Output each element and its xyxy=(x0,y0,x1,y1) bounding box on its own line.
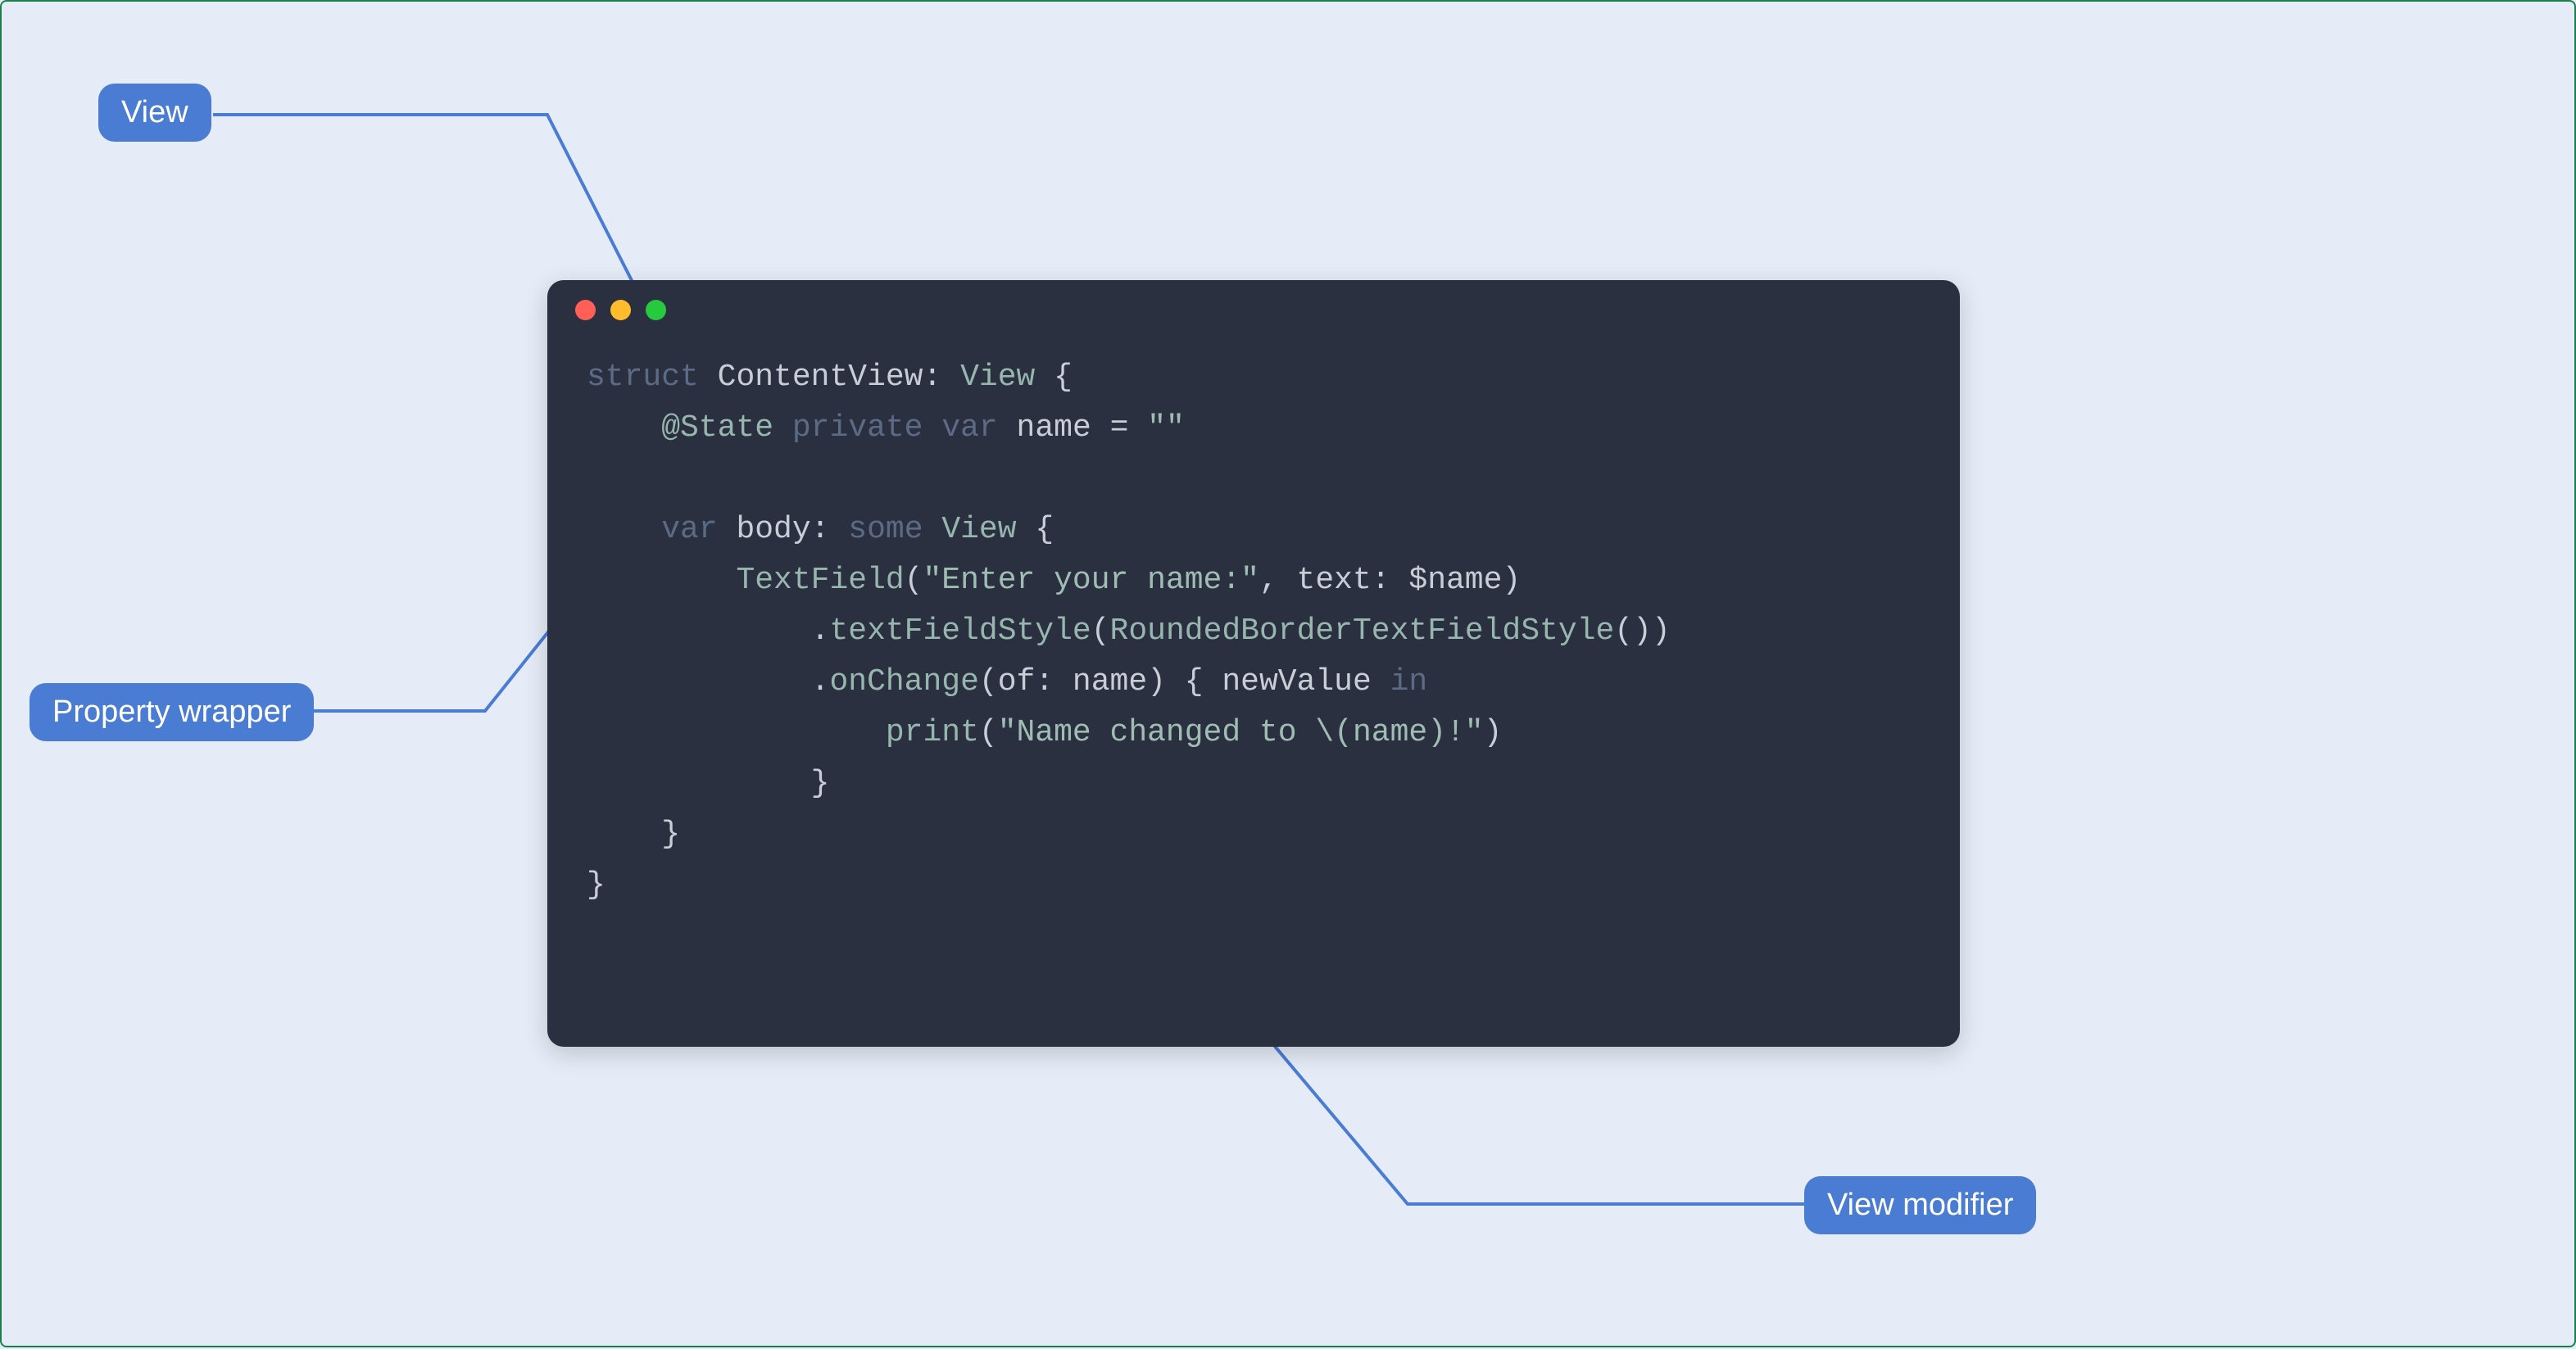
code-window: struct ContentView: View { @State privat… xyxy=(547,280,1960,1047)
attribute-state: @State xyxy=(661,410,773,446)
keyword-private: private xyxy=(792,410,923,446)
keyword-var2: var xyxy=(661,512,717,547)
keyword-struct: struct xyxy=(587,360,699,395)
type-textfield: TextField xyxy=(736,563,904,598)
method-onchange: onChange xyxy=(829,664,978,699)
minimize-icon[interactable] xyxy=(610,300,631,320)
code-block: struct ContentView: View { @State privat… xyxy=(547,339,1960,950)
label-property-wrapper: Property wrapper xyxy=(29,683,314,741)
keyword-var: var xyxy=(941,410,997,446)
method-textfieldstyle: textFieldStyle xyxy=(829,613,1091,649)
close-icon[interactable] xyxy=(575,300,596,320)
maximize-icon[interactable] xyxy=(646,300,666,320)
label-view-modifier: View modifier xyxy=(1804,1176,2036,1234)
identifier-contentview: ContentView: xyxy=(718,360,942,395)
type-view: View xyxy=(960,360,1035,395)
label-view: View xyxy=(98,84,211,142)
window-titlebar xyxy=(547,280,1960,339)
